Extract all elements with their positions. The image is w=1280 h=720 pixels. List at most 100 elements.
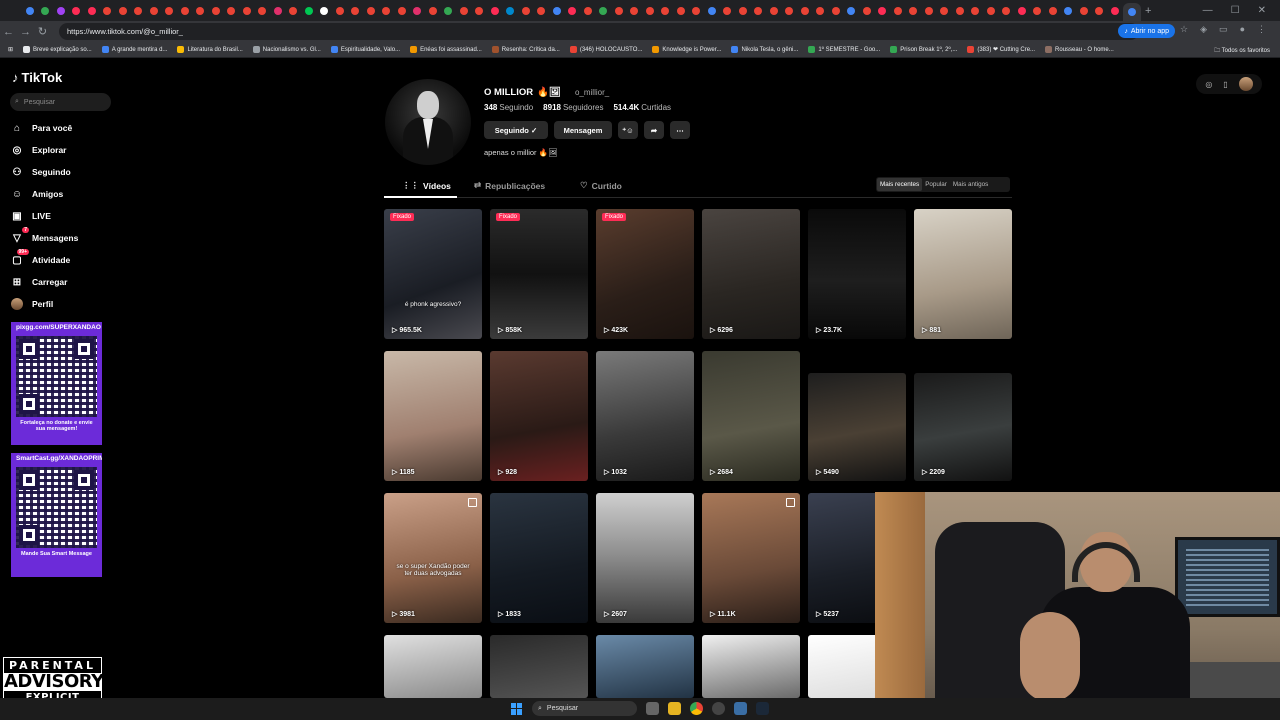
browser-tab[interactable] [38, 4, 54, 18]
bookmark-item[interactable]: Breve explicação so... [23, 46, 92, 53]
bookmark-item[interactable]: Enéas foi assassinad... [410, 46, 482, 53]
sidebar-item-live[interactable]: ▣ LIVE [11, 210, 51, 222]
browser-tab[interactable] [534, 4, 550, 18]
browser-tab[interactable] [704, 4, 720, 18]
search-input[interactable]: ⌕ Pesquisar [10, 93, 111, 111]
browser-profile-icon[interactable]: ● [1240, 24, 1245, 35]
video-thumbnail[interactable] [702, 635, 800, 698]
sidebar-item-para-você[interactable]: ⌂ Para você [11, 122, 72, 134]
sort-popular[interactable]: Popular [922, 178, 950, 191]
browser-tab[interactable] [983, 4, 999, 18]
reload-icon[interactable]: ↻ [34, 25, 51, 38]
browser-tab[interactable] [813, 4, 829, 18]
browser-tab[interactable] [332, 4, 348, 18]
browser-tab[interactable] [363, 4, 379, 18]
video-thumbnail[interactable]: ▷ 6296 [702, 209, 800, 339]
sidebar-item-mensagens[interactable]: ▽ 7 Mensagens [11, 227, 78, 244]
browser-tab[interactable] [1122, 3, 1141, 21]
video-thumbnail[interactable]: ▷ 2684 [702, 351, 800, 481]
browser-tab[interactable] [828, 4, 844, 18]
browser-tab[interactable] [611, 4, 627, 18]
forward-icon[interactable]: → [17, 26, 34, 38]
video-thumbnail[interactable]: ▷ 1185 [384, 351, 482, 481]
video-thumbnail[interactable]: ▷ 1833 [490, 493, 588, 623]
url-input[interactable]: https://www.tiktok.com/@o_millior_ [59, 23, 1139, 40]
video-thumbnail[interactable]: ▷ 2607 [596, 493, 694, 623]
bookmark-item[interactable]: Prison Break 1º, 2º,... [890, 46, 957, 53]
browser-tab[interactable] [1045, 4, 1061, 18]
open-app-button[interactable]: ♪ Abrir no app [1118, 24, 1175, 38]
browser-tab[interactable] [921, 4, 937, 18]
tiktok-logo[interactable]: ♪ TikTok [12, 70, 62, 85]
browser-tab[interactable] [906, 4, 922, 18]
video-thumbnail[interactable]: ▷ 1032 [596, 351, 694, 481]
chrome-icon[interactable] [690, 702, 703, 715]
bookmark-item[interactable]: (346) HOLOCAUSTO... [569, 46, 642, 53]
settings-icon[interactable] [734, 702, 747, 715]
user-avatar[interactable] [1238, 77, 1253, 91]
menu-icon[interactable]: ⋮ [1257, 24, 1266, 35]
browser-tab[interactable] [689, 4, 705, 18]
bookmark-item[interactable]: A grande mentira d... [101, 46, 167, 53]
browser-tab[interactable] [673, 4, 689, 18]
browser-tab[interactable] [146, 4, 162, 18]
browser-tab[interactable] [22, 4, 38, 18]
sidebar-item-carregar[interactable]: ⊞ Carregar [11, 276, 68, 288]
steam-icon[interactable] [756, 702, 769, 715]
browser-tab[interactable] [782, 4, 798, 18]
browser-tab[interactable] [193, 4, 209, 18]
browser-tab[interactable] [751, 4, 767, 18]
browser-tab[interactable] [410, 4, 426, 18]
video-thumbnail[interactable]: ▷ 881 [914, 209, 1012, 339]
browser-tab[interactable] [1092, 4, 1108, 18]
windows-start-icon[interactable] [511, 702, 523, 715]
browser-tab[interactable] [425, 4, 441, 18]
browser-tab[interactable] [844, 4, 860, 18]
video-thumbnail[interactable]: ▷ 11.1K [702, 493, 800, 623]
browser-tab[interactable] [472, 4, 488, 18]
browser-tab[interactable] [162, 4, 178, 18]
video-thumbnail[interactable]: ▷ 928 [490, 351, 588, 481]
video-thumbnail[interactable]: Fixado é phonk agressivo? ▷ 965.5K [384, 209, 482, 339]
bookmark-item[interactable]: Literatura do Brasil... [177, 46, 243, 53]
bookmark-item[interactable]: Nacionalismo vs. Gl... [252, 46, 321, 53]
browser-tab[interactable] [131, 4, 147, 18]
bookmark-item[interactable]: Rousseau - O home... [1045, 46, 1114, 53]
browser-tab[interactable] [224, 4, 240, 18]
sort-recent[interactable]: Mais recentes [877, 178, 923, 191]
file-explorer-icon[interactable] [668, 702, 681, 715]
browser-tab[interactable] [487, 4, 503, 18]
sidepanel-icon[interactable]: ▭ [1219, 24, 1228, 35]
sidebar-item-seguindo[interactable]: ⚇ Seguindo [11, 166, 71, 178]
all-bookmarks[interactable]: 🗀 Todos os favoritos [1214, 46, 1270, 56]
browser-tab[interactable] [1107, 4, 1123, 18]
browser-tab[interactable] [84, 4, 100, 18]
browser-tab[interactable] [549, 4, 565, 18]
browser-tab[interactable] [596, 4, 612, 18]
browser-tab[interactable] [348, 4, 364, 18]
browser-tab[interactable] [301, 4, 317, 18]
browser-tab[interactable] [859, 4, 875, 18]
sidebar-item-explorar[interactable]: ◎ Explorar [11, 144, 67, 156]
video-thumbnail[interactable]: se o super Xandão poder ter duas advogad… [384, 493, 482, 623]
browser-tab[interactable] [658, 4, 674, 18]
browser-tab[interactable] [177, 4, 193, 18]
browser-tab[interactable] [968, 4, 984, 18]
video-thumbnail[interactable]: Fixado ▷ 858K [490, 209, 588, 339]
sort-oldest[interactable]: Mais antigos [950, 178, 991, 191]
apps-icon[interactable]: ⊞ [8, 46, 13, 53]
star-icon[interactable]: ☆ [1180, 24, 1188, 35]
followers-stat[interactable]: 8918 Seguidores [543, 103, 603, 112]
new-tab-icon[interactable]: + [1141, 4, 1157, 18]
browser-tab[interactable] [735, 4, 751, 18]
browser-tab[interactable] [441, 4, 457, 18]
browser-tab[interactable] [890, 4, 906, 18]
bookmark-item[interactable]: (383) ❤ Cutting Cre... [967, 46, 1035, 53]
profile-avatar[interactable] [385, 79, 471, 165]
sidebar-item-perfil[interactable]: Perfil [11, 298, 53, 310]
browser-tab[interactable] [286, 4, 302, 18]
video-thumbnail[interactable] [384, 635, 482, 698]
browser-tab[interactable] [1014, 4, 1030, 18]
more-options-icon[interactable]: ⋯ [670, 121, 690, 139]
browser-tab[interactable] [115, 4, 131, 18]
